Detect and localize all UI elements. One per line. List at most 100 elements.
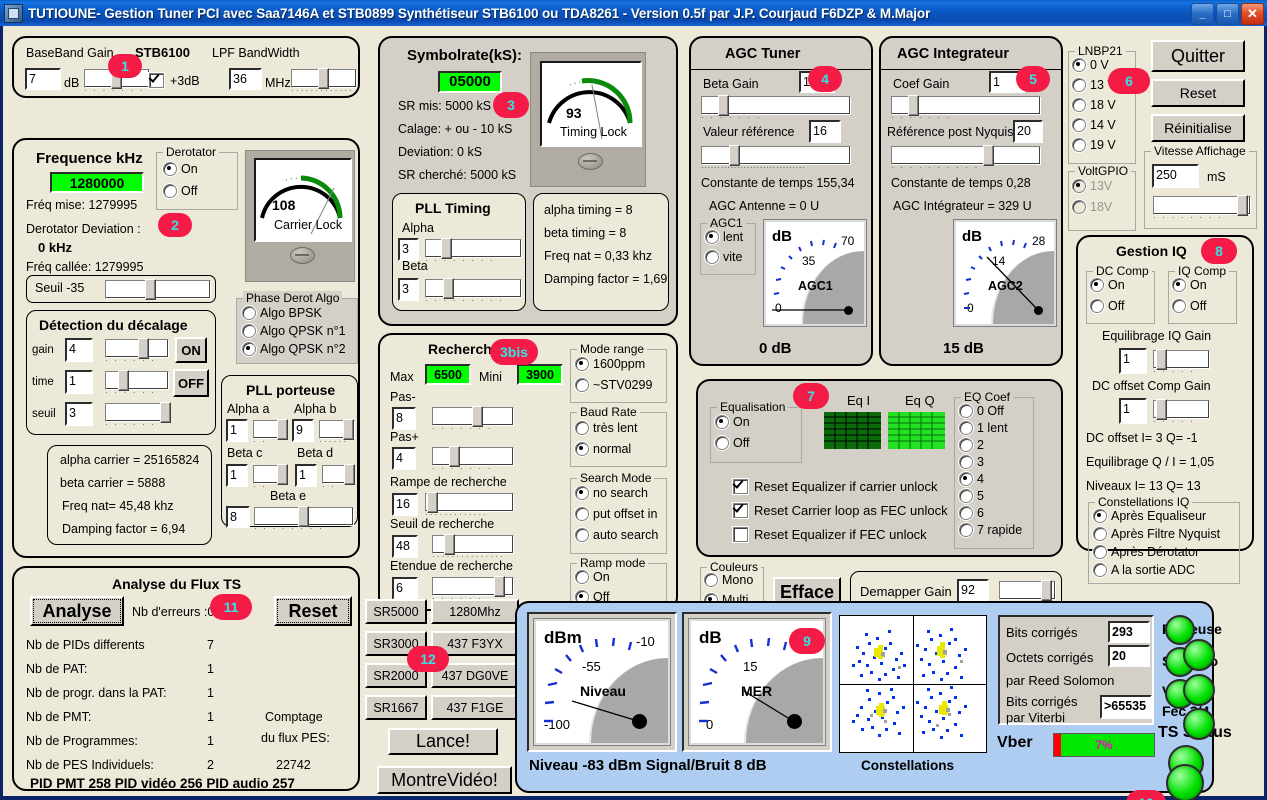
decalage-on-button[interactable]: ON <box>175 337 207 363</box>
iq-comp-off-radio[interactable]: Off <box>1172 299 1206 313</box>
pas-plus-input[interactable]: 4 <box>392 447 416 470</box>
preset-sr5000-button[interactable]: SR5000 <box>365 599 427 624</box>
etendue-slider[interactable]: · · · · · · <box>432 577 512 599</box>
beta-d-slider[interactable]: · · <box>322 465 353 485</box>
preset-437f1ge-button[interactable]: 437 F1GE <box>431 695 519 720</box>
const-sortie-adc-radio[interactable]: A la sortie ADC <box>1093 563 1195 577</box>
ref-nyquist-input[interactable]: 20 <box>1013 120 1043 143</box>
alpha-b-slider[interactable]: ······ <box>319 420 353 440</box>
frequence-value[interactable]: 1280000 <box>50 172 144 193</box>
close-button[interactable]: ✕ <box>1241 3 1264 25</box>
mode-stv0299-radio[interactable]: ~STV0299 <box>575 378 652 392</box>
dc-comp-off-radio[interactable]: Off <box>1090 299 1124 313</box>
lpf-slider[interactable]: ············· <box>291 69 355 93</box>
plus3db-checkbox[interactable]: +3dB <box>149 73 200 88</box>
beta-e-input[interactable]: 8 <box>226 506 250 528</box>
vitesse-input[interactable]: 250 <box>1152 164 1199 188</box>
lnbp21-18v-radio[interactable]: 18 V <box>1072 98 1116 112</box>
carrier-lock-knob[interactable] <box>290 247 315 264</box>
const-apres-equaliseur-radio[interactable]: Après Equaliseur <box>1093 509 1206 523</box>
derotator-on-radio[interactable]: On <box>163 162 198 176</box>
reinitialise-button[interactable]: Réinitialise <box>1151 114 1245 142</box>
reset-eq-carrier-checkbox[interactable]: Reset Equalizer if carrier unlock <box>733 479 938 494</box>
eq-coef-4-radio[interactable]: 4 <box>959 472 984 486</box>
beta-c-input[interactable]: 1 <box>226 464 248 487</box>
dc-offset-gain-slider[interactable]: · · · · · <box>1153 400 1208 422</box>
beta-d-input[interactable]: 1 <box>295 464 317 487</box>
lpf-bandwidth-input[interactable]: 36 <box>229 68 262 90</box>
eq-coef-1-radio[interactable]: 1 lent <box>959 421 1008 435</box>
beta-gain-slider[interactable]: · · · · · · · <box>701 96 849 118</box>
alpha-a-slider[interactable]: · · <box>253 420 286 440</box>
const-apres-nyquist-radio[interactable]: Après Filtre Nyquist <box>1093 527 1220 541</box>
reset-button[interactable]: Reset <box>1151 79 1245 107</box>
demapper-gain-slider[interactable]: ············· <box>999 581 1054 603</box>
algo-qpsk1-radio[interactable]: Algo QPSK n°1 <box>242 324 346 338</box>
const-apres-derotator-radio[interactable]: Après Dérotator <box>1093 545 1199 559</box>
eq-coef-7-radio[interactable]: 7 rapide <box>959 523 1022 537</box>
lnbp21-19v-radio[interactable]: 19 V <box>1072 138 1116 152</box>
reset-eq-fec-checkbox[interactable]: Reset Equalizer if FEC unlock <box>733 527 927 542</box>
demapper-gain-input[interactable]: 92 <box>957 579 989 603</box>
lnbp21-0v-radio[interactable]: 0 V <box>1072 58 1109 72</box>
search-put-offset-radio[interactable]: put offset in <box>575 507 657 521</box>
lance-button[interactable]: Lance! <box>388 728 498 755</box>
maximize-button[interactable]: □ <box>1216 3 1239 25</box>
eq-coef-2-radio[interactable]: 2 <box>959 438 984 452</box>
eq-coef-5-radio[interactable]: 5 <box>959 489 984 503</box>
decalage-time-slider[interactable]: · · · · · · <box>105 371 167 393</box>
beta-e-slider[interactable]: · · · · · · · · <box>254 507 352 527</box>
algo-bpsk-radio[interactable]: Algo BPSK <box>242 306 322 320</box>
analyse-button[interactable]: Analyse <box>30 596 124 626</box>
ref-nyquist-slider[interactable]: · · · · · · · · · · <box>891 146 1039 168</box>
eq-coef-0-radio[interactable]: 0 Off <box>959 404 1004 418</box>
pll-alpha-input[interactable]: 3 <box>398 238 419 261</box>
agc1-vite-radio[interactable]: vite <box>705 250 742 264</box>
seuil-slider[interactable] <box>105 280 209 298</box>
eq-coef-6-radio[interactable]: 6 <box>959 506 984 520</box>
max-input[interactable]: 6500 <box>425 364 471 385</box>
alpha-b-input[interactable]: 9 <box>292 419 314 442</box>
algo-qpsk2-radio[interactable]: Algo QPSK n°2 <box>242 342 346 356</box>
seuil-recherche-input[interactable]: 48 <box>392 535 418 558</box>
mode-1600ppm-radio[interactable]: 1600ppm <box>575 357 645 371</box>
baseband-gain-input[interactable]: 7 <box>25 68 61 90</box>
dc-comp-on-radio[interactable]: On <box>1090 278 1125 292</box>
beta-c-slider[interactable]: · · <box>253 465 286 485</box>
pll-beta-input[interactable]: 3 <box>398 278 419 301</box>
pas-moins-slider[interactable]: · · · · · · · <box>432 407 512 429</box>
reset-carrier-fec-checkbox[interactable]: Reset Carrier loop as FEC unlock <box>733 503 948 518</box>
valeur-reference-input[interactable]: 16 <box>809 120 841 143</box>
decalage-seuil-slider[interactable]: · · · · · · <box>105 403 167 425</box>
pll-beta-slider[interactable]: · · · · · · · · · <box>425 279 520 299</box>
timing-lock-knob[interactable] <box>578 153 603 170</box>
decalage-gain-slider[interactable]: · · · · · · <box>105 339 167 361</box>
derotator-off-radio[interactable]: Off <box>163 184 197 198</box>
equilibrage-gain-slider[interactable]: · · · · · <box>1153 350 1208 372</box>
reset-flux-button[interactable]: Reset <box>274 596 352 626</box>
search-auto-radio[interactable]: auto search <box>575 528 658 542</box>
pll-alpha-slider[interactable]: · · · · · · · · <box>425 239 520 259</box>
pas-moins-input[interactable]: 8 <box>392 407 416 430</box>
rampe-slider[interactable]: ············· <box>425 493 512 515</box>
decalage-seuil-input[interactable]: 3 <box>65 402 93 426</box>
baud-normal-radio[interactable]: normal <box>575 442 631 456</box>
preset-1280mhz-button[interactable]: 1280Mhz <box>431 599 519 624</box>
rampe-input[interactable]: 16 <box>392 493 418 516</box>
search-no-search-radio[interactable]: no search <box>575 486 648 500</box>
lnbp21-14v-radio[interactable]: 14 V <box>1072 118 1116 132</box>
quitter-button[interactable]: Quitter <box>1151 40 1245 72</box>
mini-input[interactable]: 3900 <box>517 364 563 385</box>
pas-plus-slider[interactable]: · · · · · · · <box>432 447 512 469</box>
preset-sr1667-button[interactable]: SR1667 <box>365 695 427 720</box>
eq-coef-3-radio[interactable]: 3 <box>959 455 984 469</box>
vitesse-slider[interactable]: · · · · · · · · <box>1153 196 1249 218</box>
baud-tres-lent-radio[interactable]: très lent <box>575 421 637 435</box>
dc-offset-gain-input[interactable]: 1 <box>1119 398 1147 424</box>
iq-comp-on-radio[interactable]: On <box>1172 278 1207 292</box>
alpha-a-input[interactable]: 1 <box>226 419 248 442</box>
couleurs-mono-radio[interactable]: Mono <box>704 573 753 587</box>
coef-gain-slider[interactable]: · · · · · · · <box>891 96 1039 118</box>
equalisation-off-radio[interactable]: Off <box>715 436 749 450</box>
montre-video-button[interactable]: MontreVidéo! <box>377 766 512 794</box>
